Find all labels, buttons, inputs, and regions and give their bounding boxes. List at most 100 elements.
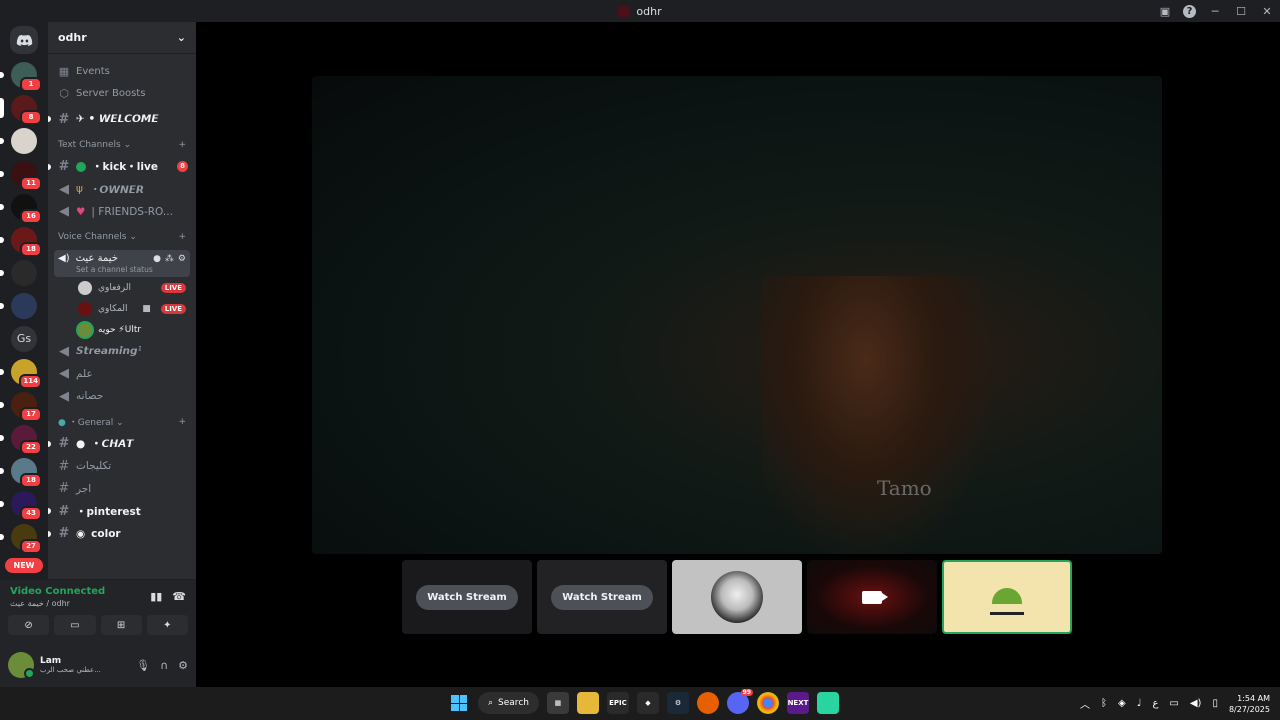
noise-suppression-icon[interactable]: ▮▮ <box>150 590 162 603</box>
server-icon[interactable]: 11 <box>0 161 42 191</box>
server-icon[interactable] <box>0 293 37 319</box>
participant-tile-speaking[interactable] <box>942 560 1072 634</box>
trident-icon: ψ <box>76 183 83 196</box>
camera-off-button[interactable]: ⊘ <box>8 615 50 635</box>
user-info[interactable]: Lam عطني صحب الرب... <box>40 656 101 674</box>
chevron-up-icon[interactable]: ︿ <box>1080 696 1090 711</box>
bluetooth-icon[interactable]: ᛒ <box>1101 698 1107 709</box>
channel-name: حصانه <box>76 390 104 403</box>
battery-icon[interactable]: ▯ <box>1212 698 1218 709</box>
headphones-icon[interactable]: ∩ <box>160 659 168 672</box>
firefox-icon[interactable] <box>696 692 719 714</box>
nexus-app-icon[interactable]: NEXT <box>786 692 809 714</box>
channel-color[interactable]: # ◉ color <box>48 523 196 546</box>
server-icon[interactable] <box>0 128 37 154</box>
inbox-icon[interactable]: ▣ <box>1153 5 1177 18</box>
microphone-icon[interactable]: 🎙︎ <box>136 659 150 672</box>
channel[interactable]: # اجر <box>48 478 196 501</box>
epic-games-icon[interactable]: EPIC <box>606 692 629 714</box>
server-icon[interactable]: 18 <box>0 227 42 257</box>
share-screen-button[interactable]: ▭ <box>54 615 96 635</box>
stream-tile[interactable]: Watch Stream <box>402 560 532 634</box>
gear-icon[interactable]: ⚙ <box>178 254 186 264</box>
add-channel-icon[interactable]: + <box>178 417 186 427</box>
activities-button[interactable]: ⊞ <box>100 615 142 635</box>
stream-tile[interactable]: Watch Stream <box>537 560 667 634</box>
network-icon[interactable]: ▭ <box>1169 698 1178 709</box>
taskbar-search[interactable]: ⌕ Search <box>478 692 539 714</box>
connection-location[interactable]: خيمة عيث / odhr <box>10 599 105 608</box>
server-icon[interactable]: 18 <box>0 458 42 488</box>
channel-friends[interactable]: ◀ ♥ | FRIENDS-RO... <box>48 201 196 224</box>
server-icon-active[interactable]: 8 <box>0 95 42 125</box>
mic-tray-icon[interactable]: ♩ <box>1137 698 1142 709</box>
new-unreads-pill[interactable]: NEW <box>5 558 43 573</box>
category-general[interactable]: ● ・General ⌄ + <box>48 411 196 433</box>
channel-kick-live[interactable]: # ・kick・live 8 <box>48 156 196 179</box>
channel-chat[interactable]: # ● ・𝘾𝙃𝘼𝙏 <box>48 433 196 456</box>
watch-stream-button[interactable]: Watch Stream <box>551 584 653 610</box>
voice-channel-streaming[interactable]: ◀ 𝙎𝙩𝙧𝙚𝙖𝙢𝙞𝙣𝙜¹ <box>48 340 196 363</box>
channel-pinterest[interactable]: # ・pinterest <box>48 500 196 523</box>
category-voice-channels[interactable]: Voice Channels ⌄ + <box>48 226 196 248</box>
events-label: Events <box>76 65 110 77</box>
volume-icon[interactable]: ◀) <box>1190 698 1202 709</box>
voice-channel-name: خيمة عيث <box>75 253 118 264</box>
server-icon[interactable]: 1 <box>0 62 42 92</box>
close-window-button[interactable]: ✕ <box>1254 5 1280 18</box>
security-icon[interactable]: ◈ <box>1118 698 1126 709</box>
server-header[interactable]: odhr ⌄ <box>48 22 196 54</box>
server-icon[interactable]: 43 <box>0 491 42 521</box>
voice-channel[interactable]: ◀ علم <box>48 363 196 386</box>
direct-messages-button[interactable] <box>10 26 38 54</box>
server-icon[interactable]: 27 <box>0 524 42 554</box>
announcement-icon: ◀ <box>59 204 69 220</box>
channel[interactable]: # تكليجات <box>48 455 196 478</box>
voice-channel[interactable]: ◀ حصانه <box>48 385 196 408</box>
discord-taskbar-icon[interactable]: 99 <box>726 689 753 714</box>
chrome-icon[interactable] <box>756 692 779 714</box>
invite-icon[interactable]: ⁂ <box>165 254 174 264</box>
gear-icon[interactable]: ⚙ <box>178 659 188 672</box>
voice-channel-active[interactable]: ◀) خيمة عيث ● ⁂ ⚙ Set a channel status <box>54 250 190 277</box>
soundboard-button[interactable]: ✦ <box>146 615 188 635</box>
server-icon[interactable]: 114 <box>0 359 42 389</box>
chat-icon[interactable]: ● <box>153 254 161 264</box>
mention-badge: 114 <box>19 374 42 389</box>
participant-tile[interactable] <box>672 560 802 634</box>
add-channel-icon[interactable]: + <box>178 140 186 150</box>
help-icon[interactable]: ? <box>1183 4 1196 18</box>
file-explorer-icon[interactable] <box>576 692 599 714</box>
maximize-button[interactable]: ☐ <box>1228 5 1254 18</box>
avatar[interactable] <box>8 652 35 679</box>
server-icon[interactable]: 22 <box>0 425 42 455</box>
voice-user[interactable]: المكاوي ■ LIVE <box>48 298 196 319</box>
store-icon[interactable]: ▦ <box>546 692 569 714</box>
channel-status[interactable]: Set a channel status <box>58 265 186 274</box>
server-icon-gs[interactable]: Gs <box>11 326 37 352</box>
server-icon[interactable] <box>0 260 37 286</box>
voice-user[interactable]: الرفعاوي LIVE <box>48 277 196 298</box>
minimize-button[interactable]: ─ <box>1202 5 1228 18</box>
ime-indicator[interactable]: ع <box>1152 698 1158 709</box>
watch-stream-button[interactable]: Watch Stream <box>416 584 518 610</box>
channel-owner[interactable]: ◀ ψ ・𝙊𝙒𝙉𝙀𝙍 <box>48 178 196 201</box>
cube-app-icon[interactable]: ◆ <box>636 692 659 714</box>
app-icon[interactable] <box>816 692 839 714</box>
focused-video[interactable]: Tamo <box>312 76 1162 554</box>
events-item[interactable]: ▦ Events <box>48 60 196 82</box>
video-tile[interactable] <box>807 560 937 634</box>
category-text-channels[interactable]: Text Channels ⌄ + <box>48 134 196 156</box>
server-boosts-item[interactable]: ⬡ Server Boosts <box>48 82 196 104</box>
disconnect-icon[interactable]: ☎ <box>172 590 186 603</box>
speech-bubble-icon: ● <box>76 437 86 450</box>
server-icon[interactable]: 16 <box>0 194 42 224</box>
start-button[interactable] <box>448 692 470 714</box>
server-icon[interactable]: 17 <box>0 392 42 422</box>
clock[interactable]: 1:54 AM 8/27/2025 <box>1229 693 1270 715</box>
voice-user[interactable]: حويه ⚡Ultr <box>48 319 196 340</box>
camera-icon: ■ <box>142 303 151 314</box>
steam-icon[interactable]: ⚙ <box>666 692 689 714</box>
channel-welcome[interactable]: # ✈ • 𝙒𝙀𝙇𝘾𝙊𝙈𝙀 <box>48 108 196 131</box>
add-channel-icon[interactable]: + <box>178 232 186 242</box>
